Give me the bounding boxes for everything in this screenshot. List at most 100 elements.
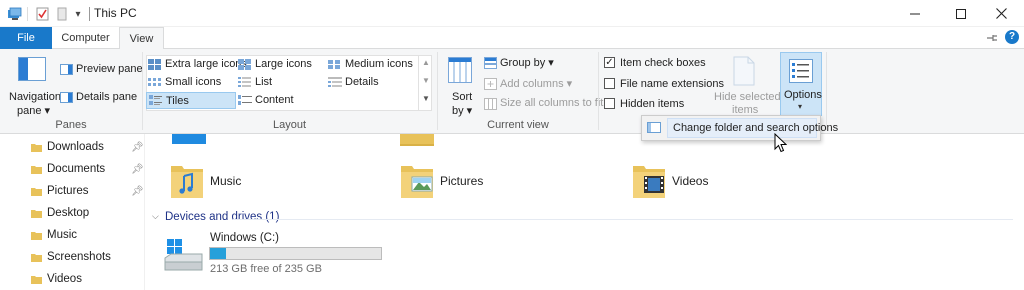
- folder-label: Pictures: [440, 174, 484, 188]
- nav-item-pictures[interactable]: Pictures 📌︎: [0, 181, 145, 203]
- tiles-icon: [149, 95, 162, 105]
- folder-tile-music[interactable]: Music: [170, 160, 340, 202]
- sort-by-icon: [448, 57, 472, 83]
- music-folder-icon: [171, 166, 203, 198]
- details-label: Details: [345, 76, 379, 88]
- hide-selected-label: Hide selected: [714, 91, 781, 103]
- group-separator: [826, 52, 827, 130]
- pin-icon[interactable]: 📌︎: [131, 164, 144, 175]
- partial-folder-icon: [172, 134, 206, 144]
- drive-usage-bar: [209, 247, 382, 260]
- checkbox-unchecked-icon[interactable]: [604, 98, 615, 109]
- drive-name: Windows (C:): [210, 232, 280, 244]
- options-button[interactable]: Options ▾: [780, 52, 822, 116]
- add-columns-icon: [484, 78, 497, 90]
- mouse-cursor-icon: [774, 133, 787, 153]
- nav-item-documents[interactable]: Documents 📌︎: [0, 159, 145, 181]
- preview-pane-icon: [60, 64, 73, 75]
- nav-item-screenshots[interactable]: Screenshots: [0, 247, 145, 269]
- customize-quick-access-icon[interactable]: ▾: [73, 6, 83, 22]
- nav-item-music[interactable]: Music: [0, 225, 145, 247]
- options-label: Options: [784, 89, 822, 101]
- divider: [89, 7, 90, 21]
- expand-gallery-icon[interactable]: ▼: [422, 94, 430, 103]
- ribbon-tab-strip: File Computer View ?: [0, 27, 1024, 50]
- extra-large-icons-label: Extra large icons: [165, 58, 247, 70]
- medium-icons-icon: [328, 60, 340, 69]
- pin-ribbon-icon[interactable]: [985, 31, 999, 45]
- sort-by-label2: by ▾: [452, 105, 473, 117]
- extra-large-icons-icon: [148, 59, 161, 70]
- help-icon[interactable]: ?: [1005, 30, 1019, 44]
- title-bar: ▾ This PC: [0, 0, 1024, 27]
- properties-icon[interactable]: [34, 6, 50, 22]
- details-pane-icon: [60, 92, 73, 103]
- navigation-pane-button[interactable]: Navigation pane ▾: [5, 51, 61, 117]
- details-icon: [328, 77, 342, 87]
- folder-icon: [31, 188, 42, 196]
- nav-item-label: Downloads: [47, 141, 104, 153]
- group-by-label: Group by ▾: [500, 57, 554, 69]
- panes-group-label: Panes: [55, 119, 87, 131]
- add-columns-label: Add columns ▾: [500, 78, 573, 90]
- folder-icon: [31, 166, 42, 174]
- tab-computer[interactable]: Computer: [52, 27, 119, 49]
- nav-item-label: Desktop: [47, 207, 90, 219]
- group-by-icon: [484, 57, 497, 69]
- app-icon[interactable]: [6, 6, 24, 22]
- options-icon: [789, 59, 813, 83]
- devices-header-label: Devices and drives (1): [165, 211, 280, 223]
- new-folder-icon[interactable]: [55, 6, 69, 22]
- nav-item-label: Videos: [47, 273, 82, 285]
- folder-options-icon: [647, 122, 661, 133]
- pictures-folder-icon: [401, 166, 433, 198]
- folder-label: Videos: [672, 174, 709, 188]
- tiles-label: Tiles: [166, 95, 189, 107]
- layout-gallery-scroll[interactable]: ▲ ▼ ▼: [418, 56, 431, 110]
- folder-icon: [31, 254, 42, 262]
- list-icon: [238, 77, 251, 87]
- large-icons-icon: [238, 59, 251, 70]
- chevron-down-icon[interactable]: ⌵: [152, 211, 159, 222]
- content-icon: [238, 95, 252, 105]
- partial-folder-icon: [400, 134, 434, 146]
- layout-tiles[interactable]: Tiles: [146, 92, 236, 109]
- folder-tile-pictures[interactable]: Pictures: [400, 160, 570, 202]
- small-icons-label: Small icons: [165, 76, 222, 88]
- pin-icon[interactable]: 📌︎: [131, 142, 144, 153]
- scroll-down-icon[interactable]: ▼: [422, 76, 430, 85]
- ribbon: Navigation pane ▾ Preview pane Details p…: [0, 49, 1024, 134]
- large-icons-label: Large icons: [255, 58, 312, 70]
- minimize-button[interactable]: [892, 0, 938, 27]
- folder-tile-videos[interactable]: Videos: [632, 160, 802, 202]
- hard-drive-icon: [164, 239, 203, 271]
- change-folder-options-label: Change folder and search options: [673, 122, 839, 134]
- nav-item-desktop[interactable]: Desktop: [0, 203, 145, 225]
- folder-label: Music: [210, 174, 242, 188]
- folder-icon: [31, 144, 42, 152]
- close-button[interactable]: [978, 0, 1024, 27]
- pin-icon[interactable]: 📌︎: [131, 186, 144, 197]
- drive-tile-windows-c[interactable]: Windows (C:) 213 GB free of 235 GB: [164, 232, 394, 278]
- scroll-up-icon[interactable]: ▲: [422, 58, 430, 67]
- size-columns-icon: [484, 98, 497, 110]
- folder-icon: [31, 210, 42, 218]
- layout-group-label: Layout: [272, 119, 307, 131]
- sort-by-button[interactable]: Sort by ▾: [442, 51, 478, 117]
- hidden-items-label: Hidden items: [620, 98, 685, 110]
- explorer-content: Downloads 📌︎ Documents 📌︎ Pictures 📌︎ De…: [0, 134, 1024, 290]
- tab-view[interactable]: View: [119, 27, 164, 50]
- nav-item-downloads[interactable]: Downloads 📌︎: [0, 137, 145, 159]
- medium-icons-label: Medium icons: [345, 58, 413, 70]
- hide-selected-items-button[interactable]: Hide selected items: [712, 51, 781, 117]
- current-view-group-label: Current view: [487, 119, 549, 131]
- nav-item-label: Music: [47, 229, 78, 241]
- group-header-line: [233, 219, 1013, 220]
- checkbox-unchecked-icon[interactable]: [604, 78, 615, 89]
- tab-file[interactable]: File: [0, 27, 52, 49]
- content-label: Content: [255, 94, 294, 106]
- folder-icon: [31, 276, 42, 284]
- nav-item-videos[interactable]: Videos: [0, 269, 145, 290]
- checkbox-checked-icon[interactable]: ✓: [604, 57, 615, 68]
- nav-item-label: Screenshots: [47, 251, 111, 263]
